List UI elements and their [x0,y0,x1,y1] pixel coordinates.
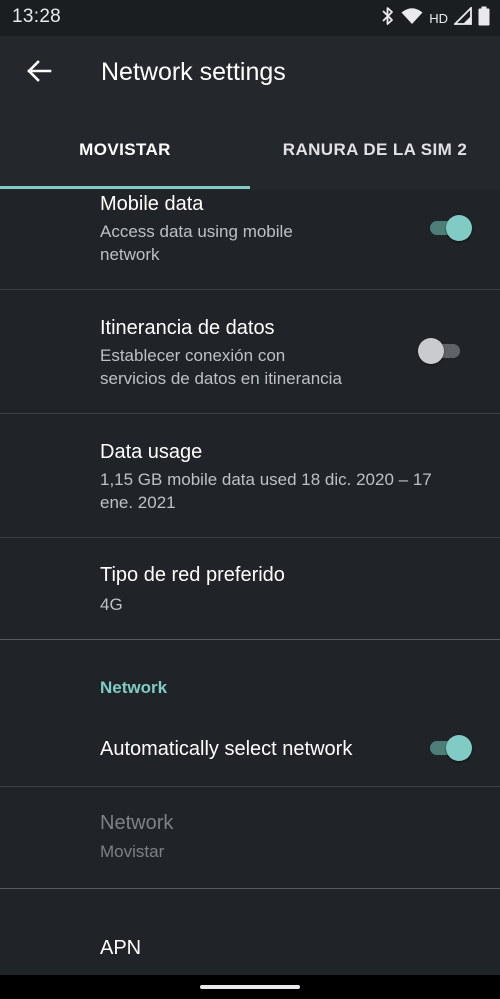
mobile-data-subtitle-2: network [100,245,160,264]
navigation-bar [0,975,500,999]
switch-thumb [418,338,444,364]
mobile-data-switch[interactable] [426,214,472,242]
sim-tabs: MOVISTAR RANURA DE LA SIM 2 [0,110,500,190]
network-type-label: HD [429,10,448,26]
roaming-title: Itinerancia de datos [100,317,275,339]
network-title: Network [100,812,174,834]
roaming-row[interactable]: Itinerancia de datos Establecer conexión… [0,290,500,413]
network-row: Network Movistar [0,787,500,888]
mobile-data-title: Mobile data [100,193,204,215]
status-time: 13:28 [12,6,62,27]
status-bar: 13:28 HD [0,0,500,36]
preferred-network-value: 4G [100,595,123,614]
page-title: Network settings [101,58,286,86]
tab-indicator [0,186,250,189]
roaming-subtitle-2: servicios de datos en itinerancia [100,369,342,388]
data-usage-subtitle-1: 1,15 GB mobile data used 18 dic. 2020 – … [100,470,432,489]
roaming-subtitle-1: Establecer conexión con [100,346,286,365]
network-value: Movistar [100,842,165,861]
signal-icon [452,5,472,30]
auto-select-network-switch[interactable] [426,734,472,762]
home-gesture-handle[interactable] [200,985,300,989]
arrow-back-icon [26,58,52,89]
tab-sim-2[interactable]: RANURA DE LA SIM 2 [250,110,500,190]
data-usage-subtitle-2: ene. 2021 [100,493,176,512]
auto-select-network-row[interactable]: Automatically select network [0,714,500,786]
apn-title: APN [100,937,142,959]
tab-movistar[interactable]: MOVISTAR [0,110,250,190]
app-bar: Network settings [0,36,500,110]
network-section-header: Network [100,678,168,697]
roaming-switch[interactable] [418,337,464,365]
preferred-network-title: Tipo de red preferido [100,564,285,586]
auto-select-network-title: Automatically select network [100,738,353,760]
switch-thumb [446,215,472,241]
data-usage-row[interactable]: Data usage 1,15 GB mobile data used 18 d… [0,414,500,537]
wifi-icon [401,7,423,30]
switch-thumb [446,735,472,761]
mobile-data-row[interactable]: Mobile data Access data using mobile net… [0,190,500,289]
battery-icon [478,6,490,31]
mobile-data-subtitle-1: Access data using mobile [100,222,293,241]
section-divider [0,639,500,640]
bluetooth-icon [381,6,395,31]
preferred-network-row[interactable]: Tipo de red preferido 4G [0,538,500,639]
status-icons: HD [381,5,490,31]
data-usage-title: Data usage [100,441,203,463]
back-button[interactable] [18,52,60,94]
apn-row[interactable]: APN [0,889,500,975]
